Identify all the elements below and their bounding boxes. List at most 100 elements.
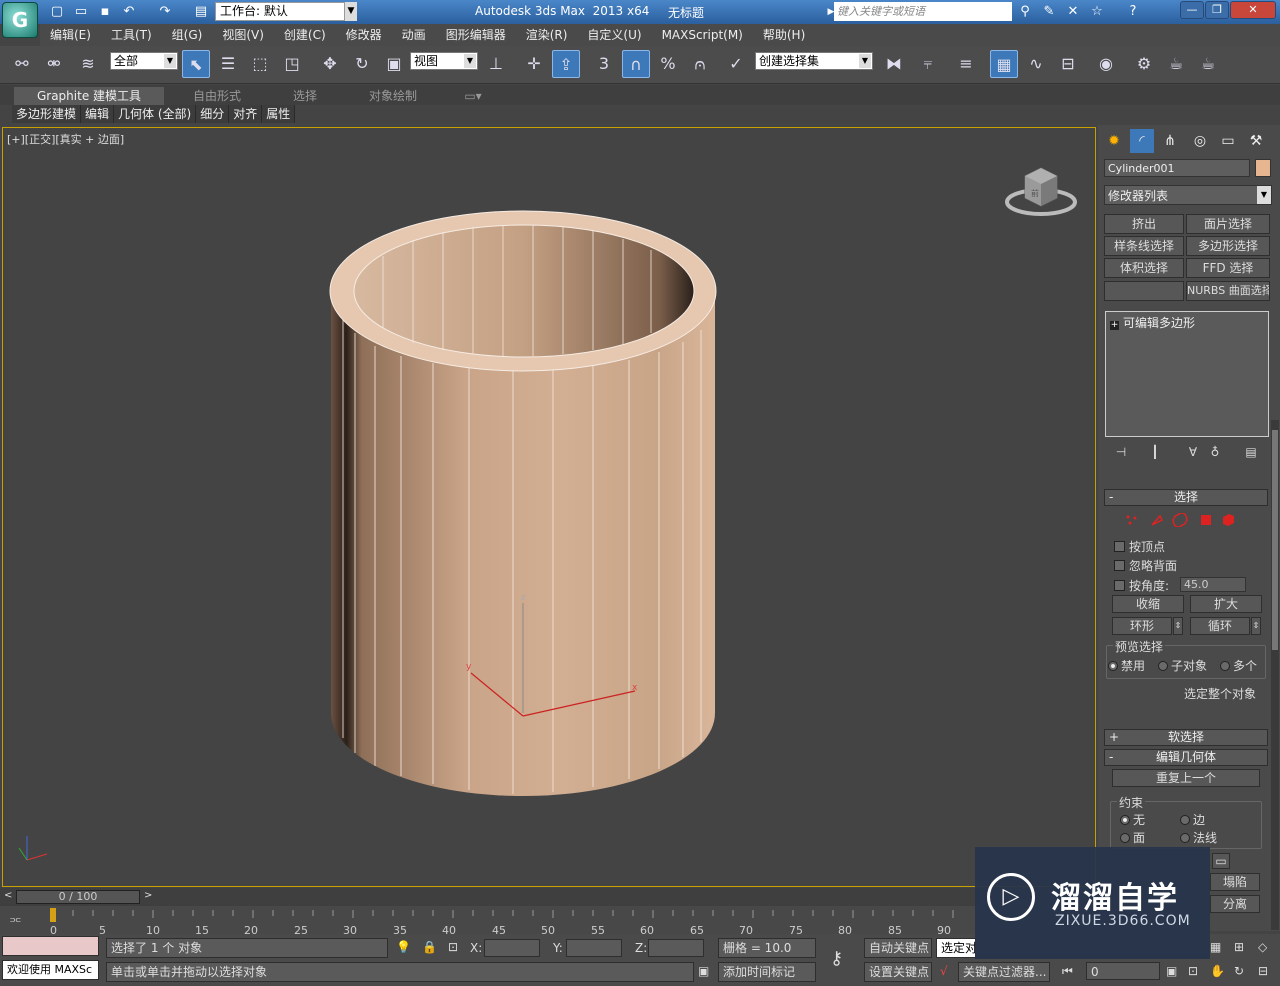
display-tab-icon[interactable]: ▭	[1216, 129, 1240, 153]
project-folder-icon[interactable]: ▤	[192, 3, 210, 21]
new-file-icon[interactable]: ▢	[48, 3, 66, 21]
menu-modifiers[interactable]: 修改器	[336, 24, 392, 46]
detach-button[interactable]: 分离	[1210, 895, 1260, 913]
current-frame-field[interactable]: 0	[1086, 962, 1160, 980]
layer-manager-icon[interactable]: ≡	[952, 50, 980, 78]
pan-hand-icon[interactable]: ✋	[1210, 964, 1225, 978]
maximize-viewport-icon[interactable]: ⊟	[1258, 964, 1268, 978]
nurbs-surface-select-button[interactable]: NURBS 曲面选择	[1186, 281, 1270, 301]
orbit-icon[interactable]: ↻	[1234, 964, 1244, 978]
app-menu-button[interactable]: G	[2, 2, 38, 38]
poly-select-button[interactable]: 多边形选择	[1186, 236, 1270, 256]
pivot-center-icon[interactable]: ⊥	[482, 50, 510, 78]
schematic-view-icon[interactable]: ⊟	[1054, 50, 1082, 78]
empty-modifier-button[interactable]	[1104, 281, 1184, 301]
menu-animation[interactable]: 动画	[392, 24, 436, 46]
motion-tab-icon[interactable]: ◎	[1188, 129, 1212, 153]
percent-snap-icon[interactable]: %	[654, 50, 682, 78]
subscription-icon[interactable]: ✎	[1040, 3, 1058, 21]
extrude-modifier-button[interactable]: 挤出	[1104, 214, 1184, 234]
graphite-toggle-icon[interactable]: ▦	[990, 50, 1018, 78]
selection-filter-dropdown[interactable]: 全部 ▼	[110, 52, 178, 70]
minimize-button[interactable]: —	[1180, 1, 1204, 19]
mirror-icon[interactable]: ⧓	[880, 50, 908, 78]
stack-item-editable-poly[interactable]: + 可编辑多边形	[1110, 314, 1195, 331]
named-selection-sets-dropdown[interactable]: 创建选择集 ▼	[755, 52, 873, 70]
selection-lock-icon[interactable]: 🔒	[422, 940, 437, 954]
subtab-subdivision[interactable]: 细分	[196, 105, 230, 123]
expand-plus-icon[interactable]: +	[1110, 321, 1119, 330]
command-panel-scrollbar[interactable]	[1271, 420, 1279, 930]
auto-key-button[interactable]: 自动关键点	[864, 938, 932, 958]
help-icon[interactable]: ?	[1124, 3, 1142, 21]
modifier-list-dropdown[interactable]: 修改器列表 ▼	[1104, 185, 1272, 205]
window-crossing-icon[interactable]: ◳	[278, 50, 306, 78]
ring-button[interactable]: 环形	[1112, 617, 1172, 635]
subtab-polygon-modeling[interactable]: 多边形建模	[12, 105, 82, 123]
subobject-level-icons[interactable]	[1126, 513, 1246, 527]
menu-rendering[interactable]: 渲染(R)	[516, 24, 578, 46]
spline-select-button[interactable]: 样条线选择	[1104, 236, 1184, 256]
volume-select-button[interactable]: 体积选择	[1104, 258, 1184, 278]
spinner-snap-icon[interactable]: ⩀	[686, 50, 714, 78]
menu-customize[interactable]: 自定义(U)	[577, 24, 651, 46]
by-vertex-checkbox[interactable]: 按顶点	[1114, 538, 1165, 555]
favorites-star-icon[interactable]: ☆	[1088, 3, 1106, 21]
zoom-extents-icon[interactable]: ▦	[1210, 940, 1221, 954]
constraint-normal-radio[interactable]: 法线	[1180, 829, 1217, 846]
material-editor-icon[interactable]: ◉	[1092, 50, 1120, 78]
absolute-mode-icon[interactable]: ⊡	[448, 940, 458, 954]
menu-tools[interactable]: 工具(T)	[101, 24, 162, 46]
perspective-viewport[interactable]: [+][正交][真实 + 边面] 前 x y z	[2, 127, 1096, 887]
pin-stack-icon[interactable]: ⊣	[1112, 443, 1130, 461]
ribbon-options-icon[interactable]: ▭▾	[458, 87, 488, 105]
constraint-face-radio[interactable]: 面	[1120, 829, 1145, 846]
ffd-select-button[interactable]: FFD 选择	[1186, 258, 1270, 278]
open-file-icon[interactable]: ▭	[72, 3, 90, 21]
menu-help[interactable]: 帮助(H)	[753, 24, 815, 46]
object-color-swatch[interactable]	[1255, 159, 1271, 177]
ignore-backfacing-checkbox[interactable]: 忽略背面	[1114, 557, 1177, 574]
rendered-frame-window-icon[interactable]: ☕	[1162, 50, 1190, 78]
add-time-tag[interactable]: 添加时间标记	[718, 962, 816, 982]
subtab-align[interactable]: 对齐	[229, 105, 263, 123]
z-coordinate-field[interactable]	[648, 939, 704, 957]
rectangular-selection-icon[interactable]: ⬚	[246, 50, 274, 78]
curve-editor-icon[interactable]: ∿	[1022, 50, 1050, 78]
soft-selection-rollout-title[interactable]: + 软选择	[1104, 729, 1268, 746]
select-and-rotate-icon[interactable]: ↻	[348, 50, 376, 78]
mini-curve-editor-icon[interactable]: ⫗	[10, 912, 21, 927]
ring-spinner-arrows[interactable]: ⇕	[1173, 617, 1183, 635]
snaps-toggle-icon[interactable]: 3	[590, 50, 618, 78]
preview-multi-radio[interactable]: 多个	[1220, 657, 1257, 674]
time-slider-prev-icon[interactable]: <	[4, 890, 12, 901]
track-bar[interactable]: ⫗ 0 5 10 15 20 25 30 35 40 45 50 55 60 6…	[0, 906, 980, 937]
patch-select-button[interactable]: 面片选择	[1186, 214, 1270, 234]
tab-freeform[interactable]: 自由形式	[172, 87, 262, 105]
reference-coordinate-dropdown[interactable]: 视图 ▼	[410, 52, 478, 70]
select-and-scale-icon[interactable]: ▣	[380, 50, 408, 78]
close-button[interactable]: ✕	[1230, 1, 1276, 19]
cylinder-model[interactable]: x y z	[3, 128, 1095, 886]
zoom-region-icon[interactable]: ⊞	[1234, 940, 1244, 954]
menu-maxscript[interactable]: MAXScript(M)	[652, 24, 753, 46]
tab-graphite-modeling[interactable]: Graphite 建模工具	[14, 87, 164, 105]
loop-spinner-arrows[interactable]: ⇕	[1251, 617, 1261, 635]
workspace-dropdown[interactable]: 工作台: 默认	[215, 2, 345, 21]
object-name-field[interactable]: Cylinder001	[1104, 159, 1250, 177]
angle-spinner[interactable]: 45.0	[1180, 577, 1246, 592]
maxscript-mini-listener[interactable]: 欢迎使用 MAXSc	[2, 960, 99, 980]
undo-icon[interactable]: ↶	[120, 3, 138, 21]
save-icon[interactable]: ▪	[96, 3, 114, 21]
isolate-selection-icon[interactable]: 💡	[396, 940, 411, 954]
select-object-icon[interactable]: ⬉	[182, 50, 210, 78]
constraint-edge-radio[interactable]: 边	[1180, 811, 1205, 828]
time-config-icon[interactable]: ▣	[1166, 964, 1177, 978]
workspace-dropdown-arrow[interactable]: ▼	[345, 2, 357, 21]
restore-button[interactable]: ❐	[1205, 1, 1229, 19]
subtab-properties[interactable]: 属性	[262, 105, 296, 123]
show-end-result-icon[interactable]: ┃	[1146, 443, 1164, 461]
create-tab-icon[interactable]: ✹	[1102, 129, 1126, 153]
select-and-move-icon[interactable]: ✥	[316, 50, 344, 78]
settings-icon[interactable]: ▭	[1212, 853, 1230, 869]
